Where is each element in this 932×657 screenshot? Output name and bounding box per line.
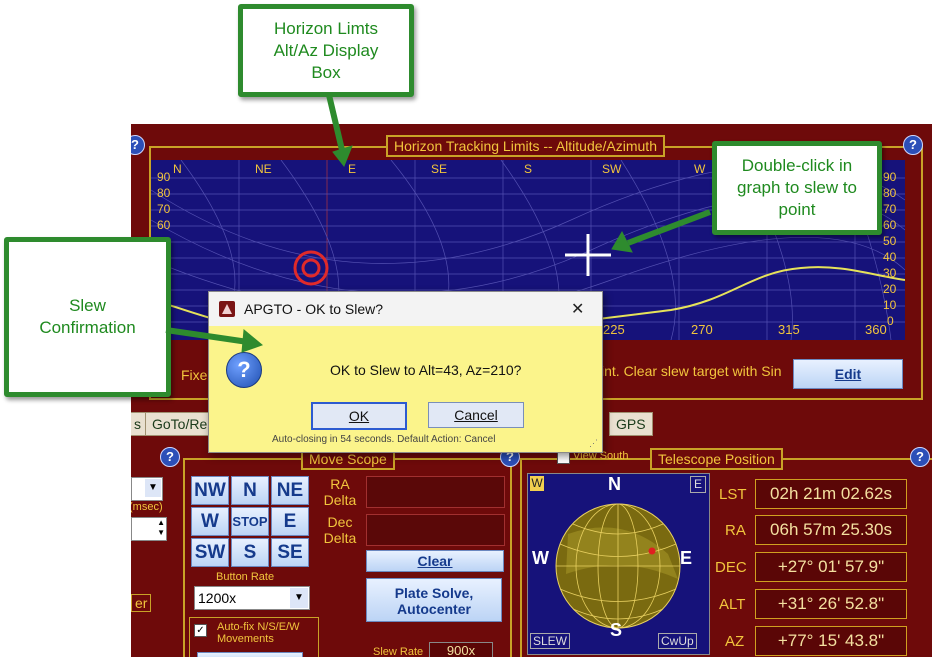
callout-arrows [165,94,712,353]
